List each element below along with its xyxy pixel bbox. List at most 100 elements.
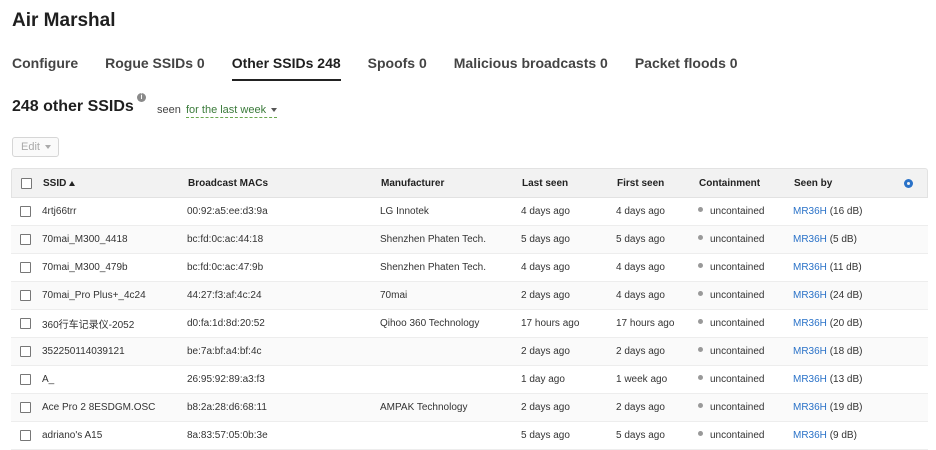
mac-cell: 44:27:f3:af:4c:24 — [187, 290, 262, 301]
row-checkbox[interactable] — [20, 290, 31, 301]
seen-by-ap-link[interactable]: MR36H — [793, 402, 827, 413]
edit-button[interactable]: Edit — [12, 137, 59, 157]
seen-by-signal: (19 dB) — [829, 402, 863, 413]
last-seen-cell: 4 days ago — [521, 206, 570, 217]
last-seen-cell: 5 days ago — [521, 234, 570, 245]
seen-by-cell: MR36H (5 dB) — [793, 226, 857, 253]
row-checkbox[interactable] — [20, 402, 31, 413]
first-seen-cell: 2 days ago — [616, 346, 665, 357]
containment-cell: uncontained — [698, 282, 765, 309]
status-dot-icon — [698, 262, 703, 268]
tab-packet-floods[interactable]: Packet floods 0 — [635, 55, 738, 81]
last-seen-cell: 2 days ago — [521, 346, 570, 357]
seen-by-signal: (16 dB) — [829, 206, 863, 217]
mac-cell: d0:fa:1d:8d:20:52 — [187, 318, 265, 329]
seen-by-signal: (18 dB) — [829, 346, 863, 357]
row-checkbox-cell — [20, 338, 31, 365]
last-seen-cell: 17 hours ago — [521, 318, 580, 329]
row-checkbox[interactable] — [20, 206, 31, 217]
table-row[interactable]: 70mai_M300_4418 bc:fd:0c:ac:44:18 Shenzhen… — [11, 226, 928, 254]
row-checkbox-cell — [20, 226, 31, 253]
info-icon[interactable]: i — [137, 93, 146, 102]
row-checkbox-cell — [20, 282, 31, 309]
header-first-seen[interactable]: First seen — [617, 169, 664, 197]
row-checkbox-cell — [20, 310, 31, 337]
ssid-cell: 352250114039121 — [42, 346, 125, 357]
table-body: 4rtj66trr 00:92:a5:ee:d3:9a LG Innotek 4 da… — [11, 198, 928, 450]
manufacturer-cell: LG Innotek — [380, 206, 429, 217]
tab-other-ssids[interactable]: Other SSIDs 248 — [231, 55, 341, 81]
last-seen-cell: 2 days ago — [521, 402, 570, 413]
section-title: 248 other SSIDs — [12, 98, 134, 115]
ssid-table: SSID Broadcast MACs Manufacturer Last se… — [11, 168, 928, 450]
header-ssid[interactable]: SSID — [43, 169, 76, 197]
manufacturer-cell: Shenzhen Phaten Tech. — [380, 262, 487, 273]
seen-by-cell: MR36H (18 dB) — [793, 338, 862, 365]
time-range-dropdown[interactable]: for the last week — [186, 104, 278, 118]
seen-by-cell: MR36H (24 dB) — [793, 282, 862, 309]
table-row[interactable]: 352250114039121 be:7a:bf:a4:bf:4c 2 days a… — [11, 338, 928, 366]
header-last-seen[interactable]: Last seen — [522, 169, 568, 197]
header-ssid-label: SSID — [43, 177, 67, 189]
tab-rogue-ssids[interactable]: Rogue SSIDs 0 — [105, 55, 205, 81]
page-title: Air Marshal — [12, 10, 116, 31]
header-manufacturer[interactable]: Manufacturer — [381, 169, 444, 197]
header-containment[interactable]: Containment — [699, 169, 760, 197]
first-seen-cell: 17 hours ago — [616, 318, 675, 329]
seen-by-ap-link[interactable]: MR36H — [793, 290, 827, 301]
seen-by-ap-link[interactable]: MR36H — [793, 374, 827, 385]
header-broadcast-macs[interactable]: Broadcast MACs — [188, 169, 268, 197]
seen-by-signal: (24 dB) — [829, 290, 863, 301]
status-dot-icon — [698, 430, 703, 436]
seen-by-cell: MR36H (16 dB) — [793, 198, 862, 225]
tab-bar: Configure Rogue SSIDs 0 Other SSIDs 248 … — [12, 55, 765, 81]
table-row[interactable]: 4rtj66trr 00:92:a5:ee:d3:9a LG Innotek 4 da… — [11, 198, 928, 226]
containment-status: uncontained — [710, 346, 765, 357]
last-seen-cell: 1 day ago — [521, 374, 565, 385]
seen-by-ap-link[interactable]: MR36H — [793, 318, 827, 329]
seen-by-ap-link[interactable]: MR36H — [793, 262, 827, 273]
containment-cell: uncontained — [698, 254, 765, 281]
status-dot-icon — [698, 318, 703, 324]
last-seen-cell: 2 days ago — [521, 290, 570, 301]
status-dot-icon — [698, 290, 703, 296]
header-seen-by[interactable]: Seen by — [794, 169, 832, 197]
mac-cell: bc:fd:0c:ac:44:18 — [187, 234, 264, 245]
containment-status: uncontained — [710, 234, 765, 245]
mac-cell: b8:2a:28:d6:68:11 — [187, 402, 267, 413]
table-row[interactable]: 70mai_M300_479b bc:fd:0c:ac:47:9b Shenzhen… — [11, 254, 928, 282]
tab-malicious-broadcasts[interactable]: Malicious broadcasts 0 — [454, 55, 608, 81]
select-all-cell — [21, 169, 32, 197]
table-row[interactable]: 360行车记录仪-2052 d0:fa:1d:8d:20:52 Qihoo 360 … — [11, 310, 928, 338]
select-all-checkbox[interactable] — [21, 177, 32, 189]
row-checkbox[interactable] — [20, 234, 31, 245]
row-checkbox[interactable] — [20, 262, 31, 273]
gear-icon[interactable] — [904, 178, 913, 188]
chevron-down-icon — [44, 145, 51, 150]
first-seen-cell: 2 days ago — [616, 402, 665, 413]
tab-spoofs[interactable]: Spoofs 0 — [368, 55, 427, 81]
row-checkbox[interactable] — [20, 346, 31, 357]
containment-cell: uncontained — [698, 226, 765, 253]
table-row[interactable]: 70mai_Pro Plus+_4c24 44:27:f3:af:4c:24 70m… — [11, 282, 928, 310]
last-seen-cell: 4 days ago — [521, 262, 570, 273]
containment-cell: uncontained — [698, 394, 765, 421]
manufacturer-cell: Shenzhen Phaten Tech. — [380, 234, 487, 245]
row-checkbox[interactable] — [20, 318, 31, 329]
row-checkbox-cell — [20, 366, 31, 393]
seen-by-ap-link[interactable]: MR36H — [793, 346, 827, 357]
row-checkbox[interactable] — [20, 374, 31, 385]
ssid-cell: 360行车记录仪-2052 — [42, 320, 135, 331]
seen-by-cell: MR36H (13 dB) — [793, 366, 862, 393]
seen-label: seen — [157, 104, 181, 116]
table-row[interactable]: adriano's A15 8a:83:57:05:0b:3e 5 days ago… — [11, 422, 928, 450]
table-row[interactable]: Ace Pro 2 8ESDGM.OSC b8:2a:28:d6:68:11 AMP… — [11, 394, 928, 422]
mac-cell: bc:fd:0c:ac:47:9b — [187, 262, 264, 273]
seen-by-ap-link[interactable]: MR36H — [793, 234, 827, 245]
row-checkbox-cell — [20, 254, 31, 281]
tab-configure[interactable]: Configure — [12, 55, 78, 81]
table-row[interactable]: A_ 26:95:92:89:a3:f3 1 day ago 1 week ago un… — [11, 366, 928, 394]
seen-by-cell: MR36H (20 dB) — [793, 310, 862, 337]
containment-status: uncontained — [710, 374, 765, 385]
seen-by-ap-link[interactable]: MR36H — [793, 206, 827, 217]
